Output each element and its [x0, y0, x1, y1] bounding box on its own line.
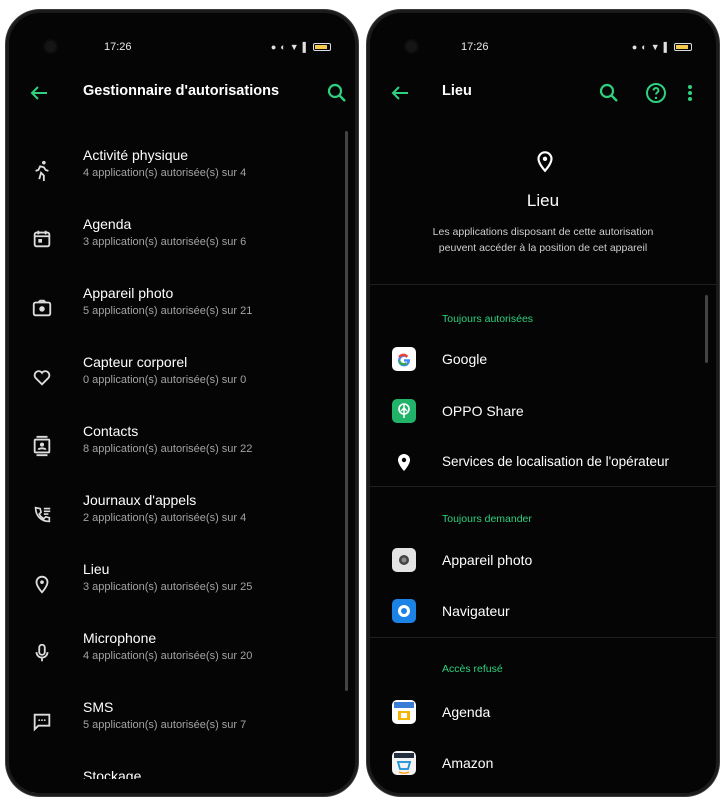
calendar-app-icon: [392, 700, 416, 724]
page-title: Lieu: [442, 83, 472, 99]
permission-count: 4 application(s) autorisée(s) sur 4: [83, 167, 247, 179]
app-row-appareil-photo[interactable]: Appareil photo: [370, 542, 716, 578]
signal-icon: ▌: [663, 42, 670, 52]
app-row-google[interactable]: Google: [370, 341, 716, 377]
permission-count: 8 application(s) autorisée(s) sur 22: [83, 443, 253, 455]
location-pin-icon: [31, 573, 53, 595]
permission-item-contacts[interactable]: Contacts 8 application(s) autorisée(s) s…: [9, 423, 355, 485]
status-bar: 17:26 ● ◐ ▼ ▌: [370, 39, 716, 59]
app-row-operator-location[interactable]: Services de localisation de l'opérateur: [370, 444, 716, 480]
section-header-access-denied: Accès refusé: [442, 663, 503, 675]
more-vert-icon[interactable]: [682, 81, 698, 105]
scrollbar[interactable]: [705, 295, 708, 363]
status-icons: ● ◐ ▼ ▌: [271, 39, 331, 55]
camera-icon: [31, 297, 53, 319]
alarm-icon: ●: [631, 42, 638, 52]
app-row-agenda[interactable]: Agenda: [370, 694, 716, 730]
app-name: Agenda: [442, 704, 491, 720]
phone-right-screen: 17:26 ● ◐ ▼ ▌ Lieu Lieu Les applications…: [367, 10, 719, 796]
back-arrow-icon[interactable]: [27, 81, 51, 105]
permission-count: 3 application(s) autorisée(s) sur 25: [83, 581, 253, 593]
app-row-amazon[interactable]: Amazon: [370, 745, 716, 781]
permission-count: 5 application(s) autorisée(s) sur 21: [83, 305, 253, 317]
notification-icon: ◐: [641, 42, 647, 52]
microphone-icon: [31, 642, 53, 664]
app-row-navigateur[interactable]: Navigateur: [370, 593, 716, 629]
sms-icon: [31, 711, 53, 733]
app-name: OPPO Share: [442, 403, 524, 419]
permission-label: Journaux d'appels: [83, 492, 197, 508]
permission-title: Lieu: [526, 191, 560, 210]
status-icons: ● ◐ ▼ ▌: [632, 39, 692, 55]
permission-item-agenda[interactable]: Agenda 3 application(s) autorisée(s) sur…: [9, 216, 355, 278]
screen-bottom-edge: [9, 779, 355, 793]
permission-item-journaux-appels[interactable]: Journaux d'appels 2 application(s) autor…: [9, 492, 355, 554]
app-bar: Gestionnaire d'autorisations: [9, 71, 355, 115]
divider: [370, 637, 716, 638]
permission-label: Microphone: [83, 630, 157, 646]
front-camera: [45, 41, 56, 52]
permission-label: SMS: [83, 699, 114, 715]
status-clock: 17:26: [461, 41, 489, 53]
permission-count: 0 application(s) autorisée(s) sur 0: [83, 374, 247, 386]
app-name: Services de localisation de l'opérateur: [442, 454, 669, 469]
help-icon[interactable]: [644, 81, 668, 105]
battery-icon: [313, 43, 331, 51]
permission-label: Activité physique: [83, 147, 189, 163]
divider: [370, 486, 716, 487]
app-name: Amazon: [442, 755, 494, 771]
battery-icon: [674, 43, 692, 51]
permission-item-activite-physique[interactable]: Activité physique 4 application(s) autor…: [9, 147, 355, 209]
back-arrow-icon[interactable]: [388, 81, 412, 105]
permission-count: 5 application(s) autorisée(s) sur 7: [83, 719, 247, 731]
permission-count: 4 application(s) autorisée(s) sur 20: [83, 650, 253, 662]
divider: [370, 284, 716, 285]
permission-item-microphone[interactable]: Microphone 4 application(s) autorisée(s)…: [9, 630, 355, 692]
page-title: Gestionnaire d'autorisations: [83, 83, 280, 99]
app-name: Google: [442, 351, 488, 367]
permission-count: 2 application(s) autorisée(s) sur 4: [83, 512, 247, 524]
permission-label: Agenda: [83, 216, 132, 232]
search-icon[interactable]: [597, 81, 621, 105]
call-log-icon: [31, 504, 53, 526]
scrollbar[interactable]: [345, 131, 348, 691]
signal-icon: ▌: [302, 42, 309, 52]
section-header-always-allowed: Toujours autorisées: [442, 313, 534, 325]
amazon-icon: [392, 751, 416, 775]
permission-item-sms[interactable]: SMS 5 application(s) autorisée(s) sur 7: [9, 699, 355, 761]
permission-description: Les applications disposant de cette auto…: [432, 226, 654, 254]
phone-left-screen: 17:26 ● ◐ ▼ ▌ Gestionnaire d'autorisatio…: [6, 10, 358, 796]
google-icon: [392, 347, 416, 371]
permission-item-capteur-corporel[interactable]: Capteur corporel 0 application(s) autori…: [9, 354, 355, 416]
app-row-oppo-share[interactable]: OPPO Share: [370, 393, 716, 429]
permission-label: Contacts: [83, 423, 139, 439]
location-pin-icon: [532, 148, 558, 174]
section-header-always-ask: Toujours demander: [442, 513, 532, 525]
front-camera: [406, 41, 417, 52]
permission-item-appareil-photo[interactable]: Appareil photo 5 application(s) autorisé…: [9, 285, 355, 347]
oppo-share-icon: [392, 399, 416, 423]
wifi-icon: ▼: [289, 42, 299, 52]
alarm-icon: ●: [270, 42, 277, 52]
wifi-icon: ▼: [650, 42, 660, 52]
running-icon: [31, 159, 53, 181]
browser-icon: [392, 599, 416, 623]
app-name: Navigateur: [442, 603, 510, 619]
contacts-icon: [31, 435, 53, 457]
location-pin-icon: [392, 450, 416, 474]
permission-label: Appareil photo: [83, 285, 174, 301]
status-bar: 17:26 ● ◐ ▼ ▌: [9, 39, 355, 59]
permission-item-lieu[interactable]: Lieu 3 application(s) autorisée(s) sur 2…: [9, 561, 355, 623]
status-clock: 17:26: [104, 41, 132, 53]
permission-label: Lieu: [83, 561, 110, 577]
search-icon[interactable]: [325, 81, 349, 105]
heart-icon: [31, 366, 53, 388]
notification-icon: ◐: [280, 42, 286, 52]
permission-count: 3 application(s) autorisée(s) sur 6: [83, 236, 247, 248]
calendar-icon: [31, 228, 53, 250]
permission-label: Capteur corporel: [83, 354, 188, 370]
app-name: Appareil photo: [442, 552, 533, 568]
app-bar: Lieu: [370, 71, 716, 115]
camera-app-icon: [392, 548, 416, 572]
